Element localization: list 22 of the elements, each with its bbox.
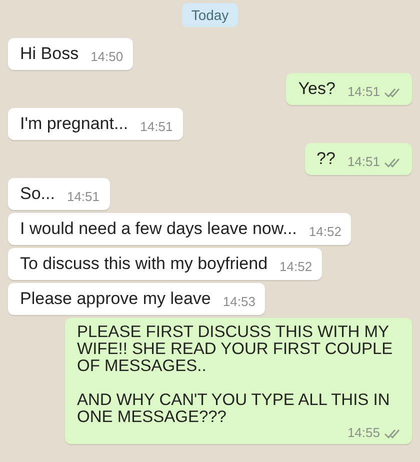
message-time: 14:53 [222,295,256,309]
message-text: Hi Boss [20,44,79,64]
message-time: 14:51 [347,155,380,169]
message-time: 14:52 [308,225,342,239]
message-time: 14:51 [140,120,173,134]
message-text: I would need a few days leave now... [20,219,297,239]
message-text: Yes? [298,79,336,99]
message-text: To discuss this with my boyfriend [20,254,268,274]
message-text: ?? [316,149,336,169]
message-text: PLEASE FIRST DISCUSS THIS WITH MY WIFE!! SHE READ YOUR FIRST COUPLE OF MESSAGES.. AND WHY CAN'T YOU TYPE ALL THIS IN ONE MESSAGE??? [77,324,394,426]
double-check-icon [384,156,402,168]
message-time: 14:55 [347,426,380,440]
message-time: 14:51 [66,190,100,204]
message-time: 14:52 [280,260,312,274]
message-text: I'm pregnant... [20,114,128,134]
double-check-icon [384,86,402,98]
message-time: 14:50 [90,50,124,64]
message-text: So... [20,184,55,204]
message-time: 14:51 [347,85,380,99]
message-text: Please approve my leave [20,289,211,309]
date-badge: Today [182,3,238,27]
double-check-icon [384,428,402,438]
